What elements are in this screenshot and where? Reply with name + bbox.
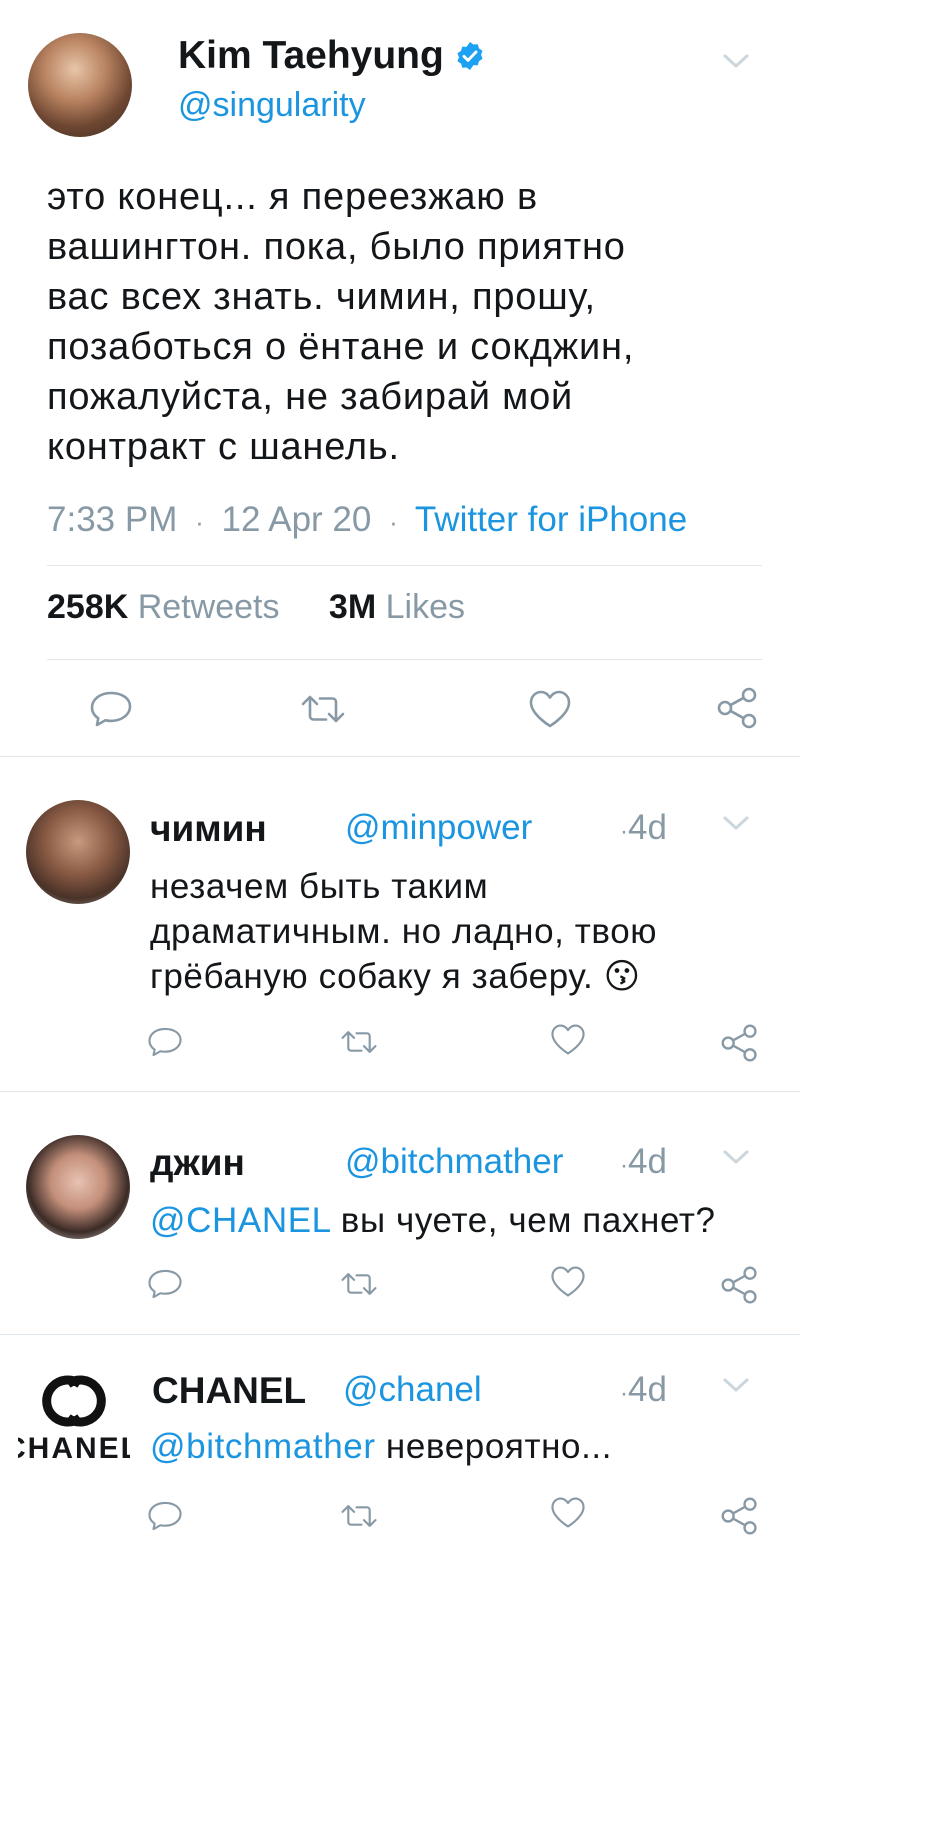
divider [0,1091,800,1092]
likes-count: 3M [328,588,377,626]
chanel-logo-text: CHANEL [18,1432,130,1465]
like-icon[interactable] [550,1496,586,1529]
divider [0,756,800,757]
reply-icon[interactable] [147,1500,183,1532]
divider [47,565,762,566]
tweet-stats: 258K Retweets 3M Likes [47,588,465,627]
divider [0,1334,800,1335]
share-icon[interactable] [720,1496,760,1536]
reply-icon[interactable] [147,1268,183,1300]
meta-separator: · [620,1152,628,1179]
avatar-chanel-logo[interactable]: CHANEL [18,1372,130,1472]
reply-age: ·4d [620,808,667,847]
likes-label: Likes [385,588,465,626]
reply-text: @bitchmather невероятно... [150,1427,613,1466]
tweet-source[interactable]: Twitter for iPhone [415,500,687,539]
share-icon[interactable] [720,1023,760,1063]
likes-stat[interactable]: 3M Likes [329,588,465,626]
chevron-down-icon[interactable] [722,52,750,75]
meta-separator: · [195,507,204,537]
retweets-label: Retweets [137,588,280,626]
retweets-count: 258K [47,588,129,626]
retweet-icon[interactable] [340,1502,378,1530]
avatar-jimin[interactable] [26,800,130,904]
author-handle[interactable]: @singularity [178,86,366,125]
reply-age: ·4d [620,1142,667,1181]
meta-separator: · [620,818,628,845]
reply-handle[interactable]: @chanel [343,1370,482,1410]
mention-link[interactable]: @CHANEL [150,1201,330,1240]
chanel-cc-logo-icon [42,1375,106,1427]
meta-separator: · [620,1380,628,1407]
reply-name[interactable]: джин [150,1142,245,1184]
reply-handle[interactable]: @bitchmather [345,1142,563,1182]
reply-text: незачем быть таким драматичным. но ладно… [150,867,658,996]
reply-text: @CHANEL вы чуете, чем пахнет? [150,1201,716,1240]
tweet-date[interactable]: 12 Apr 20 [222,500,372,539]
chevron-down-icon[interactable] [722,1376,750,1399]
avatar-kim-taehyung[interactable] [28,33,132,137]
tweet-time[interactable]: 7:33 PM [47,500,177,539]
tweet-text: это конец... я переезжаю в вашингтон. по… [47,176,635,468]
share-icon[interactable] [716,686,760,730]
chevron-down-icon[interactable] [722,1148,750,1171]
tweet-meta: 7:33 PM · 12 Apr 20 · Twitter for iPhone [47,500,687,540]
mention-link[interactable]: @bitchmather [150,1427,376,1466]
retweets-stat[interactable]: 258K Retweets [47,588,289,626]
kissing-face-emoji: 😗 [603,957,641,996]
share-icon[interactable] [720,1265,760,1305]
author-name[interactable]: Kim Taehyung [178,34,444,78]
reply-icon[interactable] [89,690,133,728]
reply-age: ·4d [620,1370,667,1409]
chevron-down-icon[interactable] [722,814,750,837]
divider [47,659,762,660]
retweet-icon[interactable] [340,1028,378,1056]
reply-icon[interactable] [147,1026,183,1058]
meta-separator: · [389,507,398,537]
reply-name[interactable]: CHANEL [152,1370,306,1412]
reply-name[interactable]: чимин [150,808,267,850]
like-icon[interactable] [528,689,572,729]
avatar-jin[interactable] [26,1135,130,1239]
retweet-icon[interactable] [300,692,346,726]
like-icon[interactable] [550,1265,586,1298]
reply-handle[interactable]: @minpower [345,808,532,848]
verified-badge-icon [457,42,483,70]
retweet-icon[interactable] [340,1270,378,1298]
like-icon[interactable] [550,1023,586,1056]
